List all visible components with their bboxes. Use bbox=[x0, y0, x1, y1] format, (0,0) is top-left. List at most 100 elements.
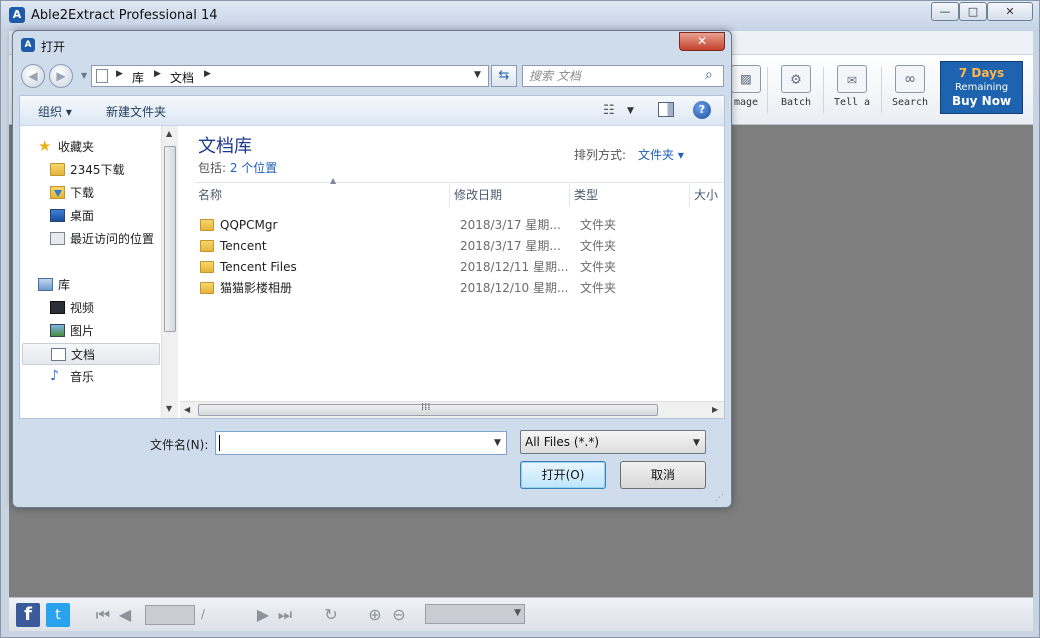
nav-label: 文档 bbox=[71, 348, 96, 362]
column-type[interactable]: 类型 bbox=[570, 183, 690, 207]
search-box[interactable]: ⌕ bbox=[522, 65, 724, 87]
cancel-button[interactable]: 取消 bbox=[620, 461, 706, 489]
close-button[interactable]: ✕ bbox=[987, 2, 1033, 21]
file-row[interactable]: Tencent Files 2018/12/11 星期... 文件夹 bbox=[198, 257, 718, 278]
nav-item-desktop[interactable]: 桌面 bbox=[22, 205, 160, 227]
change-view-icon[interactable]: ☷ bbox=[603, 103, 615, 118]
music-library-icon: ♪ bbox=[50, 368, 59, 384]
nav-libraries[interactable]: 库 bbox=[22, 274, 160, 296]
zoom-in-icon[interactable]: ⊕ bbox=[365, 604, 385, 628]
filetype-dropdown-icon: ▼ bbox=[693, 438, 700, 448]
filetype-select[interactable]: All Files (*.*) ▼ bbox=[520, 430, 706, 454]
scroll-down-icon[interactable]: ▼ bbox=[166, 404, 172, 413]
breadcrumb-library[interactable]: 库 bbox=[132, 69, 144, 86]
refresh-button[interactable]: ⇆ bbox=[491, 65, 517, 87]
filename-dropdown-icon[interactable]: ▼ bbox=[494, 438, 501, 448]
dialog-app-icon: A bbox=[21, 38, 35, 52]
crumb-arrow-icon[interactable]: ▶ bbox=[116, 69, 123, 79]
file-type: 文件夹 bbox=[580, 260, 617, 274]
nav-item-music[interactable]: ♪ 音乐 bbox=[22, 366, 160, 388]
scroll-up-icon[interactable]: ▲ bbox=[166, 129, 172, 138]
view-dropdown-icon[interactable]: ▼ bbox=[627, 106, 634, 116]
minimize-button[interactable]: — bbox=[931, 2, 959, 21]
breadcrumb-documents[interactable]: 文档 bbox=[170, 69, 194, 86]
search-input[interactable] bbox=[529, 68, 695, 84]
dialog-close-button[interactable]: ✕ bbox=[679, 32, 725, 51]
organize-button[interactable]: 组织 ▾ bbox=[38, 103, 72, 120]
file-name: Tencent bbox=[220, 239, 267, 253]
last-page-icon[interactable]: ⏭ bbox=[275, 604, 295, 628]
file-date: 2018/3/17 星期... bbox=[460, 239, 561, 253]
nav-favorites[interactable]: ★ 收藏夹 bbox=[22, 136, 160, 158]
next-page-icon[interactable]: ▶ bbox=[253, 604, 273, 628]
address-bar[interactable]: ▶ 库 ▶ 文档 ▶ ▼ bbox=[91, 65, 489, 87]
file-name: QQPCMgr bbox=[220, 218, 278, 232]
trial-remaining: Remaining bbox=[954, 82, 1009, 93]
file-name: Tencent Files bbox=[220, 260, 297, 274]
crumb-arrow-icon[interactable]: ▶ bbox=[204, 69, 211, 79]
star-icon: ★ bbox=[38, 137, 52, 155]
batch-label: Batch bbox=[780, 97, 812, 108]
nav-label: 最近访问的位置 bbox=[70, 232, 155, 246]
batch-button[interactable]: ⚙ Batch bbox=[771, 61, 821, 119]
page-number-input[interactable] bbox=[145, 605, 195, 625]
address-dropdown-icon[interactable]: ▼ bbox=[474, 70, 481, 80]
column-size[interactable]: 大小 bbox=[690, 183, 724, 207]
twitter-button[interactable]: t bbox=[46, 603, 70, 627]
recent-pages-chevron-icon[interactable]: ▼ bbox=[81, 71, 87, 80]
nav-item-documents[interactable]: 文档 bbox=[22, 343, 160, 365]
file-list-pane: 文档库 包括: 2 个位置 排列方式: 文件夹 ▾ ▲ 名称 修改日期 类型 大… bbox=[180, 126, 724, 418]
help-icon[interactable]: ? bbox=[693, 101, 711, 119]
file-row[interactable]: Tencent 2018/3/17 星期... 文件夹 bbox=[198, 236, 718, 257]
filename-label: 文件名(N): bbox=[150, 438, 209, 452]
file-row[interactable]: 猫猫影楼相册 2018/12/10 星期... 文件夹 bbox=[198, 278, 718, 299]
app-title: Able2Extract Professional 14 bbox=[31, 8, 218, 23]
scroll-left-icon[interactable]: ◀ bbox=[184, 405, 190, 414]
rotate-icon[interactable]: ↻ bbox=[321, 604, 341, 628]
facebook-button[interactable]: f bbox=[16, 603, 40, 627]
nav-scroll-thumb[interactable] bbox=[164, 146, 176, 332]
filename-input[interactable] bbox=[219, 435, 485, 451]
nav-item-pictures[interactable]: 图片 bbox=[22, 320, 160, 342]
prev-page-icon[interactable]: ◀ bbox=[115, 604, 135, 628]
library-includes: 包括: 2 个位置 bbox=[198, 159, 277, 176]
tell-a-friend-button[interactable]: ✉ Tell a bbox=[827, 61, 877, 119]
first-page-icon[interactable]: ⏮ bbox=[93, 604, 113, 628]
video-library-icon bbox=[50, 301, 65, 314]
column-date-modified[interactable]: 修改日期 bbox=[450, 183, 570, 207]
nav-label: 2345下载 bbox=[70, 163, 125, 177]
search-tool-button[interactable]: ∞ Search bbox=[885, 61, 935, 119]
nav-scrollbar[interactable]: ▲ ▼ bbox=[161, 126, 178, 418]
filename-combobox[interactable]: ▼ bbox=[215, 431, 507, 455]
horizontal-scroll-thumb[interactable]: ⁞⁞⁞ bbox=[198, 402, 658, 416]
search-icon[interactable]: ⌕ bbox=[705, 67, 713, 83]
back-button[interactable]: ◀ bbox=[21, 64, 45, 88]
folder-icon bbox=[200, 240, 214, 252]
folder-icon bbox=[200, 282, 214, 294]
column-name[interactable]: 名称 bbox=[194, 183, 450, 207]
arrange-by-dropdown[interactable]: 文件夹 ▾ bbox=[638, 146, 684, 163]
file-horizontal-scrollbar[interactable]: ◀ ⁞⁞⁞ ▶ bbox=[180, 401, 724, 418]
resize-grip-icon[interactable]: ⋰ bbox=[715, 493, 724, 503]
maximize-button[interactable]: □ bbox=[959, 2, 987, 21]
search-tool-label: Search bbox=[891, 97, 929, 108]
nav-item-2345-downloads[interactable]: 2345下载 bbox=[22, 159, 160, 181]
scroll-right-icon[interactable]: ▶ bbox=[712, 405, 718, 414]
buy-now-button[interactable]: 7 Days Remaining Buy Now bbox=[940, 61, 1023, 114]
zoom-select[interactable] bbox=[425, 604, 525, 624]
nav-item-downloads[interactable]: 下载 bbox=[22, 182, 160, 204]
locations-link[interactable]: 2 个位置 bbox=[230, 161, 277, 175]
nav-item-videos[interactable]: 视频 bbox=[22, 297, 160, 319]
forward-button[interactable]: ▶ bbox=[49, 64, 73, 88]
crumb-arrow-icon[interactable]: ▶ bbox=[154, 69, 161, 79]
toolbar-divider bbox=[767, 67, 768, 113]
nav-item-recent-places[interactable]: 最近访问的位置 bbox=[22, 228, 160, 250]
new-folder-button[interactable]: 新建文件夹 bbox=[106, 103, 166, 120]
file-type: 文件夹 bbox=[580, 281, 617, 295]
file-type: 文件夹 bbox=[580, 239, 617, 253]
library-title: 文档库 bbox=[198, 136, 252, 157]
open-button[interactable]: 打开(O) bbox=[520, 461, 606, 489]
file-row[interactable]: QQPCMgr 2018/3/17 星期... 文件夹 bbox=[198, 215, 718, 236]
preview-pane-icon[interactable] bbox=[658, 102, 674, 117]
zoom-out-icon[interactable]: ⊖ bbox=[389, 604, 409, 628]
